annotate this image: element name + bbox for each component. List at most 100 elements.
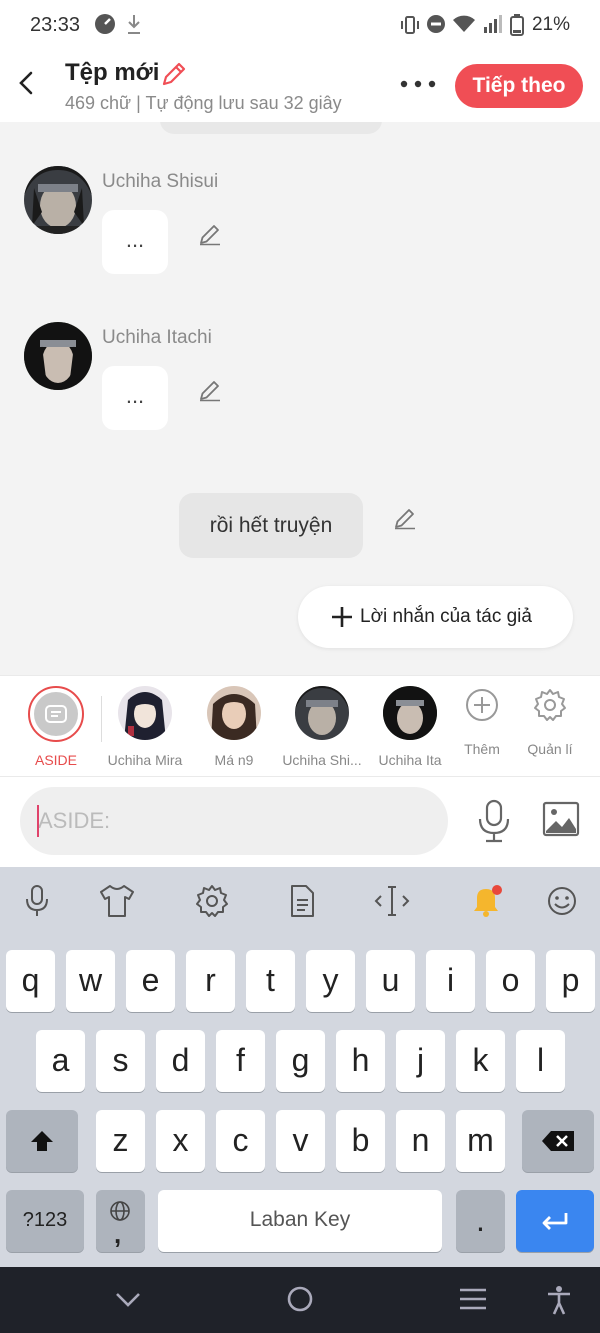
battery-icon [510, 14, 524, 36]
keyboard-toolbar [0, 867, 600, 935]
backspace-key[interactable] [522, 1110, 594, 1172]
key-m[interactable]: m [456, 1110, 505, 1172]
chat-area: Uchiha Shisui ... Uchiha Itachi ... rồi … [0, 122, 600, 675]
gear-icon [534, 689, 566, 721]
period-key[interactable]: . [456, 1190, 505, 1252]
note-icon [45, 705, 67, 723]
key-r[interactable]: r [186, 950, 235, 1012]
status-bar: 23:33 21% [0, 0, 600, 50]
manage-label: Quản lí [527, 741, 573, 757]
key-y[interactable]: y [306, 950, 355, 1012]
page-title: Tệp mới [65, 59, 160, 86]
word-count-autosave: 469 chữ | Tự động lưu sau 32 giây [65, 93, 342, 113]
key-a[interactable]: a [36, 1030, 85, 1092]
key-z[interactable]: z [96, 1110, 145, 1172]
avatar [295, 686, 349, 740]
recent-apps-icon[interactable] [458, 1285, 488, 1313]
comma-label: , [114, 1219, 122, 1249]
notification-bell-icon[interactable] [466, 883, 506, 919]
character-aside[interactable]: ASIDE [11, 686, 101, 768]
microphone-icon[interactable] [476, 799, 512, 843]
home-circle-icon[interactable] [286, 1285, 314, 1313]
symbols-key[interactable]: ?123 [6, 1190, 84, 1252]
key-s[interactable]: s [96, 1030, 145, 1092]
language-comma-key[interactable]: , [96, 1190, 145, 1252]
character-uchiha-shisui[interactable]: Uchiha Shi... [277, 686, 367, 768]
theme-shirt-icon[interactable] [97, 883, 137, 919]
key-g[interactable]: g [276, 1030, 325, 1092]
avatar [383, 686, 437, 740]
clipboard-document-icon[interactable] [282, 883, 322, 919]
emoji-icon[interactable] [542, 883, 582, 919]
key-h[interactable]: h [336, 1030, 385, 1092]
voice-input-icon[interactable] [17, 883, 57, 919]
manage-characters-button[interactable]: Quản lí [505, 686, 595, 757]
character-label: Uchiha Shi... [282, 752, 362, 768]
key-b[interactable]: b [336, 1110, 385, 1172]
image-icon[interactable] [542, 801, 580, 837]
message-bubble[interactable]: ... [102, 366, 168, 430]
composer [0, 777, 600, 867]
character-selector: ASIDE Uchiha Mira Má n9 Uchiha Shi... Uc… [0, 675, 600, 777]
system-nav-bar [0, 1267, 600, 1333]
key-f[interactable]: f [216, 1030, 265, 1092]
key-w[interactable]: w [66, 950, 115, 1012]
author-note-label: Lời nhắn của tác giả [360, 606, 532, 627]
enter-key[interactable] [516, 1190, 594, 1252]
more-options-icon[interactable] [398, 72, 438, 96]
character-label: Má n9 [214, 752, 254, 768]
vibrate-icon [401, 16, 419, 34]
avatar [118, 686, 172, 740]
download-icon [128, 15, 140, 34]
key-t[interactable]: t [246, 950, 295, 1012]
speaker-name: Uchiha Shisui [102, 171, 219, 192]
avatar-uchiha-itachi[interactable] [24, 322, 92, 390]
speaker-name: Uchiha Itachi [102, 327, 212, 348]
character-ma-n9[interactable]: Má n9 [189, 686, 279, 768]
key-e[interactable]: e [126, 950, 175, 1012]
author-note-button[interactable]: Lời nhắn của tác giả [298, 586, 573, 648]
message-bubble[interactable]: ... [102, 210, 168, 274]
edit-pencil-icon[interactable] [198, 378, 222, 402]
avatar-uchiha-shisui[interactable] [24, 166, 92, 234]
cursor-move-icon[interactable] [372, 883, 412, 919]
keyboard-settings-icon[interactable] [192, 883, 232, 919]
message-input[interactable] [20, 787, 448, 855]
space-key[interactable]: Laban Key [158, 1190, 442, 1252]
shift-key[interactable] [6, 1110, 78, 1172]
editor-header: Tệp mới 469 chữ | Tự động lưu sau 32 giâ… [0, 50, 600, 122]
accessibility-icon[interactable] [545, 1285, 573, 1315]
key-i[interactable]: i [426, 950, 475, 1012]
key-p[interactable]: p [546, 950, 595, 1012]
key-q[interactable]: q [6, 950, 55, 1012]
previous-message-bubble[interactable] [160, 122, 382, 134]
character-label: ASIDE [34, 752, 77, 768]
narration-bubble[interactable]: rồi hết truyện [179, 493, 363, 558]
character-label: Uchiha Mira [107, 752, 183, 768]
speedometer-icon [95, 14, 115, 34]
character-uchiha-mira[interactable]: Uchiha Mira [100, 686, 190, 768]
key-d[interactable]: d [156, 1030, 205, 1092]
plus-icon [332, 607, 352, 627]
signal-icon [484, 15, 502, 33]
key-o[interactable]: o [486, 950, 535, 1012]
next-button[interactable]: Tiếp theo [455, 64, 583, 108]
key-c[interactable]: c [216, 1110, 265, 1172]
keyboard: q w e r t y u i o p a s d f g h j k l z … [0, 867, 600, 1267]
back-arrow-icon[interactable] [14, 68, 40, 98]
key-k[interactable]: k [456, 1030, 505, 1092]
do-not-disturb-icon [427, 15, 445, 33]
rename-pencil-icon[interactable] [160, 60, 188, 88]
wifi-icon [453, 15, 475, 32]
key-u[interactable]: u [366, 950, 415, 1012]
hide-keyboard-chevron-icon[interactable] [114, 1285, 142, 1313]
key-v[interactable]: v [276, 1110, 325, 1172]
key-x[interactable]: x [156, 1110, 205, 1172]
backspace-icon [542, 1131, 574, 1151]
key-j[interactable]: j [396, 1030, 445, 1092]
edit-pencil-icon[interactable] [198, 222, 222, 246]
edit-pencil-icon[interactable] [393, 506, 417, 530]
key-n[interactable]: n [396, 1110, 445, 1172]
key-l[interactable]: l [516, 1030, 565, 1092]
avatar [207, 686, 261, 740]
